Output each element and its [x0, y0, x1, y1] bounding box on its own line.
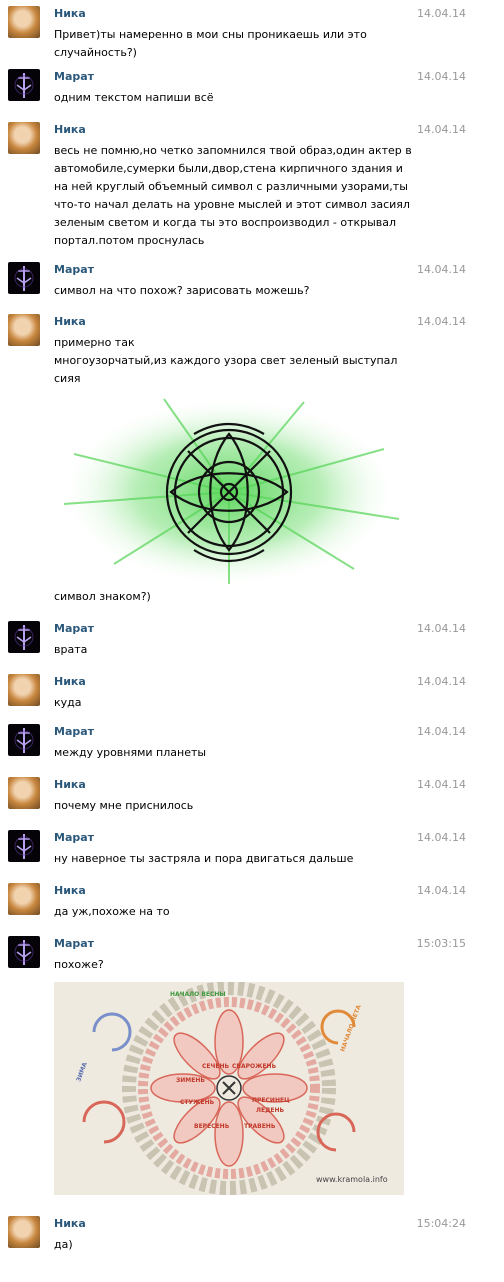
avatar[interactable] [8, 262, 40, 294]
avatar[interactable] [8, 674, 40, 706]
message-text: почему мне приснилось [54, 799, 194, 812]
message: Ника 14.04.14 примерно так многоузорчаты… [0, 314, 504, 614]
ring-label: ПРЕСИНЕЦ [252, 1097, 290, 1104]
avatar[interactable] [8, 936, 40, 968]
message-time[interactable]: 14.04.14 [417, 70, 466, 83]
author-name[interactable]: Ника [54, 123, 86, 136]
ring-label: ТРАВЕНЬ [244, 1123, 276, 1130]
avatar[interactable] [8, 6, 40, 38]
message-text: Привет)ты намеренно в мои сны проникаешь… [54, 28, 367, 59]
ring-label: СВАРОЖЕНЬ [232, 1063, 277, 1070]
corner-label: НАЧАЛО ВЕСНЫ [170, 991, 226, 998]
message-text: ну наверное ты застряла и пора двигаться… [54, 852, 354, 865]
author-name[interactable]: Марат [54, 725, 94, 738]
message-text: да) [54, 1238, 73, 1251]
message-time[interactable]: 14.04.14 [417, 778, 466, 791]
avatar[interactable] [8, 883, 40, 915]
message-text: куда [54, 696, 82, 709]
message-text: символ на что похож? зарисовать можешь? [54, 284, 310, 297]
author-name[interactable]: Ника [54, 1217, 86, 1230]
author-name[interactable]: Ника [54, 7, 86, 20]
author-name[interactable]: Марат [54, 70, 94, 83]
ring-label: СТУЖЕНЬ [180, 1099, 215, 1106]
ring-label: ВЕРЕСЕНЬ [194, 1123, 230, 1130]
message-time[interactable]: 14.04.14 [417, 123, 466, 136]
message-time[interactable]: 14.04.14 [417, 263, 466, 276]
rune-icon [14, 625, 34, 650]
message-time[interactable]: 14.04.14 [417, 884, 466, 897]
avatar[interactable] [8, 69, 40, 101]
message-time[interactable]: 15:04:24 [417, 1217, 466, 1230]
rune-icon [14, 266, 34, 291]
message-time[interactable]: 14.04.14 [417, 675, 466, 688]
rune-icon [14, 728, 34, 753]
message-time[interactable]: 14.04.14 [417, 315, 466, 328]
avatar[interactable] [8, 830, 40, 862]
message-text: врата [54, 643, 88, 656]
corner-label: ЗИМА [75, 1061, 89, 1082]
author-name[interactable]: Ника [54, 315, 86, 328]
watermark: www.kramola.info [316, 1175, 388, 1184]
avatar[interactable] [8, 777, 40, 809]
message-text: между уровнями планеты [54, 746, 207, 759]
ring-label: СЕЧЕНЬ [202, 1063, 229, 1070]
message-text-after-attachment: символ знаком?) [54, 590, 151, 603]
message: Марат 15:03:15 похоже? СЕЧЕНЬ СВАРОЖЕНЬ … [0, 936, 504, 1198]
avatar[interactable] [8, 122, 40, 154]
photo-attachment[interactable] [54, 394, 404, 589]
rune-icon [14, 73, 34, 98]
green-symbol-sketch-icon [59, 396, 400, 588]
slavic-calendar-wheel-icon: СЕЧЕНЬ СВАРОЖЕНЬ ЛЕДЕНЬ СТУЖЕНЬ ВЕРЕСЕНЬ… [75, 981, 388, 1195]
avatar[interactable] [8, 1216, 40, 1248]
ring-label: ЛЕДЕНЬ [256, 1107, 285, 1114]
ring-label: ЗИМЕНЬ [176, 1077, 205, 1084]
author-name[interactable]: Ника [54, 778, 86, 791]
rune-icon [14, 940, 34, 965]
message-time[interactable]: 14.04.14 [417, 725, 466, 738]
message-text: весь не помню,но четко запомнился твой о… [54, 144, 412, 247]
message-text: да уж,похоже на то [54, 905, 170, 918]
author-name[interactable]: Марат [54, 831, 94, 844]
avatar[interactable] [8, 724, 40, 756]
message-time[interactable]: 14.04.14 [417, 831, 466, 844]
message-time[interactable]: 15:03:15 [417, 937, 466, 950]
avatar[interactable] [8, 621, 40, 653]
message-time[interactable]: 14.04.14 [417, 622, 466, 635]
message-text: примерно так многоузорчатый,из каждого у… [54, 336, 398, 385]
avatar[interactable] [8, 314, 40, 346]
author-name[interactable]: Ника [54, 884, 86, 897]
author-name[interactable]: Марат [54, 937, 94, 950]
author-name[interactable]: Марат [54, 622, 94, 635]
message-text: похоже? [54, 958, 104, 971]
message-time[interactable]: 14.04.14 [417, 7, 466, 20]
author-name[interactable]: Ника [54, 675, 86, 688]
photo-attachment[interactable]: СЕЧЕНЬ СВАРОЖЕНЬ ЛЕДЕНЬ СТУЖЕНЬ ВЕРЕСЕНЬ… [54, 981, 404, 1195]
rune-icon [14, 834, 34, 859]
message-text: одним текстом напиши всё [54, 91, 214, 104]
author-name[interactable]: Марат [54, 263, 94, 276]
